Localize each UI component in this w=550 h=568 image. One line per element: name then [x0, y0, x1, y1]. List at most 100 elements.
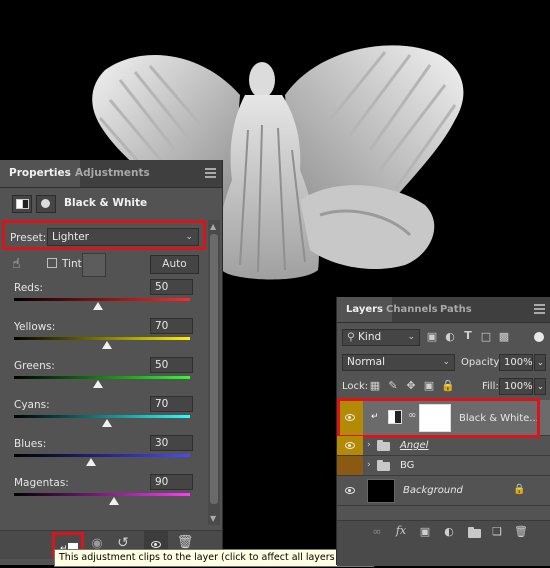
blues-value-input[interactable]: 30: [150, 435, 193, 451]
reds-value-input[interactable]: 50: [150, 279, 193, 295]
yellows-value-input[interactable]: 70: [150, 318, 193, 334]
clip-tooltip: This adjustment clips to the layer (clic…: [54, 549, 375, 567]
layer-row-angel[interactable]: › Angel: [337, 436, 550, 456]
properties-panel: Properties Adjustments Black & White Pre…: [0, 160, 223, 565]
lock-artboard-icon[interactable]: ▣: [423, 379, 435, 392]
folder-icon: [377, 440, 390, 451]
fx-icon[interactable]: fx: [393, 524, 409, 537]
tint-color-swatch[interactable]: [82, 253, 106, 277]
trash-icon[interactable]: 🗑: [176, 535, 194, 550]
reds-slider-track[interactable]: [14, 298, 190, 301]
fill-input[interactable]: 100%: [499, 378, 533, 395]
magentas-label: Magentas:: [14, 477, 69, 489]
visibility-toggle[interactable]: [337, 436, 363, 455]
cyans-label: Cyans:: [14, 399, 50, 411]
eye-icon: [345, 441, 355, 449]
lock-position-icon[interactable]: ✥: [405, 379, 417, 392]
eye-icon: [345, 486, 355, 494]
lock-transparent-icon[interactable]: ▦: [369, 379, 381, 392]
greens-slider-thumb[interactable]: [93, 380, 104, 388]
blend-mode-value: Normal: [347, 356, 385, 368]
tint-label: Tint: [62, 258, 82, 270]
cyans-slider-thumb[interactable]: [102, 419, 113, 427]
preset-value: Lighter: [52, 231, 89, 243]
new-layer-icon[interactable]: ❏: [489, 525, 505, 538]
pixel-filter-icon[interactable]: ▣: [425, 330, 439, 343]
cyans-value-input[interactable]: 70: [150, 396, 193, 412]
reds-label: Reds:: [14, 282, 43, 294]
shape-filter-icon[interactable]: □: [479, 330, 493, 343]
opacity-dropdown[interactable]: ⌄: [534, 354, 546, 371]
layer-row-bg[interactable]: › BG: [337, 456, 550, 476]
preset-select[interactable]: Lighter ⌄: [47, 228, 199, 246]
fill-dropdown[interactable]: ⌄: [534, 378, 546, 395]
opacity-label: Opacity:: [461, 357, 503, 368]
magentas-slider-track[interactable]: [14, 493, 190, 496]
eye-icon: [151, 541, 161, 548]
kind-label: Kind: [358, 331, 382, 343]
bw-layer-highlight: [337, 398, 540, 438]
preset-label: Preset:: [10, 232, 47, 244]
new-adjustment-icon[interactable]: ◐: [441, 525, 457, 538]
blues-label: Blues:: [14, 438, 47, 450]
chevron-down-icon: ⌄: [185, 232, 193, 242]
smart-object-filter-icon[interactable]: ▩: [497, 330, 511, 343]
fill-label: Fill:: [482, 381, 499, 392]
panel-menu-icon[interactable]: [205, 168, 216, 178]
tab-adjustments[interactable]: Adjustments: [66, 160, 159, 187]
visibility-toggle[interactable]: [337, 476, 363, 505]
chevron-down-icon: ⌄: [442, 357, 450, 367]
scroll-up-icon[interactable]: ▲: [210, 222, 216, 231]
layer-row-background[interactable]: Background 🔒: [337, 476, 550, 506]
blend-mode-select[interactable]: Normal ⌄: [342, 354, 455, 371]
greens-value-input[interactable]: 50: [150, 357, 193, 373]
yellows-slider-thumb[interactable]: [102, 341, 113, 349]
lock-all-icon[interactable]: 🔒: [441, 379, 455, 392]
greens-slider-track[interactable]: [14, 376, 190, 379]
lock-label: Lock:: [342, 381, 369, 392]
link-layers-icon[interactable]: ∞: [369, 525, 385, 538]
layers-panel: Layers Channels Paths ⚲ Kind ⌄ ▣ ◐ T □ ▩…: [336, 297, 550, 566]
adjustment-filter-icon[interactable]: ◐: [443, 330, 457, 343]
new-group-icon[interactable]: [468, 527, 481, 538]
chevron-down-icon: ⌄: [407, 332, 415, 342]
cyans-slider-track[interactable]: [14, 415, 190, 418]
folder-icon: [377, 460, 390, 471]
auto-button[interactable]: Auto: [150, 255, 199, 274]
add-mask-icon[interactable]: ▣: [417, 525, 433, 538]
properties-tabbar: Properties Adjustments: [0, 160, 222, 188]
properties-scrollbar[interactable]: ▲ ▼: [208, 220, 220, 525]
magentas-value-input[interactable]: 90: [150, 474, 193, 490]
scroll-down-icon[interactable]: ▼: [210, 514, 216, 523]
targeted-adjustment-hand-icon[interactable]: ☝: [12, 256, 21, 272]
type-filter-icon[interactable]: T: [461, 329, 475, 342]
layer-name[interactable]: Background: [403, 485, 463, 496]
layers-toolbar: ∞ fx ▣ ◐ ❏ 🗑: [337, 520, 550, 566]
visibility-toggle[interactable]: [337, 456, 363, 475]
blues-slider-thumb[interactable]: [86, 458, 97, 466]
lock-image-icon[interactable]: ✎: [387, 379, 399, 392]
chevron-right-icon[interactable]: ›: [367, 460, 371, 470]
search-icon: ⚲: [347, 331, 355, 343]
opacity-input[interactable]: 100%: [499, 354, 533, 371]
lock-icon: 🔒: [513, 484, 526, 495]
chevron-right-icon[interactable]: ›: [367, 440, 371, 450]
blues-slider-track[interactable]: [14, 454, 190, 457]
yellows-slider-track[interactable]: [14, 337, 190, 340]
magentas-slider-thumb[interactable]: [109, 497, 120, 505]
layer-name[interactable]: Angel: [400, 440, 428, 451]
layers-tabbar: Layers Channels Paths: [337, 297, 550, 323]
layer-mask-icon[interactable]: [36, 195, 56, 213]
tab-paths[interactable]: Paths: [431, 297, 481, 322]
kind-filter-select[interactable]: ⚲ Kind ⌄: [342, 329, 420, 346]
tint-checkbox[interactable]: [47, 258, 57, 268]
filter-toggle-icon[interactable]: [534, 332, 544, 342]
delete-layer-icon[interactable]: 🗑: [513, 525, 529, 538]
adjustment-layer-icon[interactable]: [12, 195, 32, 213]
adjustment-title: Black & White: [64, 197, 148, 209]
reds-slider-thumb[interactable]: [93, 302, 104, 310]
scrollbar-thumb[interactable]: [210, 234, 218, 504]
layer-name[interactable]: BG: [400, 460, 414, 471]
layers-menu-icon[interactable]: [534, 304, 545, 314]
yellows-label: Yellows:: [14, 321, 56, 333]
